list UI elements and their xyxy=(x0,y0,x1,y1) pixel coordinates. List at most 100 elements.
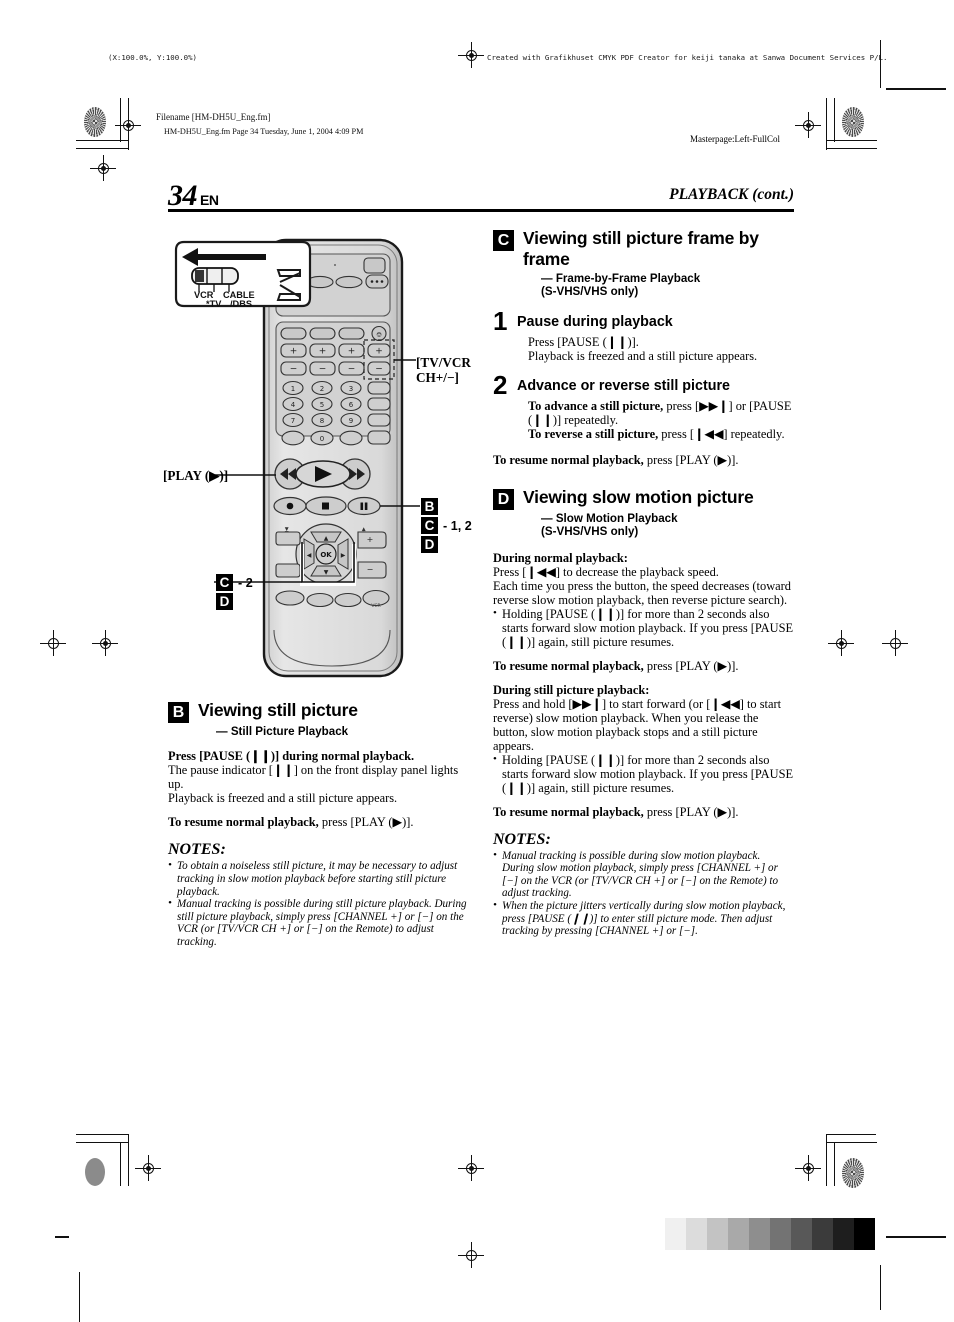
step-line-lead: To advance a still picture, xyxy=(528,398,664,413)
section-badge-b: B xyxy=(168,702,189,723)
remote-control-illustration: ⎊ + + + + − − − − 1 2 3 4 5 6 7 8 9 0 ▲ … xyxy=(163,232,478,692)
badge-group-right: B C - 1, 2 D xyxy=(421,498,472,553)
badge-suffix: - 1, 2 xyxy=(443,518,472,533)
minus-glyph: − xyxy=(375,365,383,375)
corner-mark xyxy=(826,98,828,150)
note-item: Manual tracking is possible during slow … xyxy=(493,849,794,900)
key-label: 5 xyxy=(320,401,324,409)
ok-label: OK xyxy=(320,551,332,559)
wedge-step xyxy=(854,1218,875,1250)
cursor-down-icon: ▼ xyxy=(324,569,329,576)
trim-mark xyxy=(79,1272,80,1322)
dot-mark xyxy=(85,1158,105,1186)
badge-c: C xyxy=(421,517,438,534)
remote-button-top-right xyxy=(363,257,386,274)
badge-c: C xyxy=(216,574,233,591)
registration-mark-bottom-center-2 xyxy=(458,1242,484,1268)
key-label: 2 xyxy=(320,385,324,393)
resume-rest: press [PLAY (▶)]. xyxy=(643,452,739,467)
registration-mark-right-outer xyxy=(882,630,908,656)
section-d-title: Viewing slow motion picture xyxy=(523,486,754,507)
badge-b: B xyxy=(421,498,438,515)
block-heading: During still picture playback: xyxy=(493,682,650,697)
note-item: To obtain a noiseless still picture, it … xyxy=(168,859,476,898)
mode-label-dbs: /DBS xyxy=(230,299,252,309)
section-d-heading: D Viewing slow motion picture xyxy=(493,487,794,510)
plus-glyph: + xyxy=(319,347,327,357)
step-title: Pause during playback xyxy=(517,313,673,330)
remote-key-hash xyxy=(339,430,363,446)
page-header: 34 EN PLAYBACK (cont.) xyxy=(168,179,794,213)
section-badge-c: C xyxy=(493,230,514,251)
stop-icon xyxy=(322,502,329,510)
remote-side-button-3 xyxy=(367,413,391,427)
block-bullet: Holding [PAUSE (❙❙)] for more than 2 sec… xyxy=(493,752,794,795)
remote-left-button-upper xyxy=(275,531,301,546)
resume-lead: To resume normal playback, xyxy=(168,815,319,830)
step-line: To advance a still picture, press [▶▶❙] … xyxy=(528,399,794,427)
power-glyph: ⎊ xyxy=(376,331,382,339)
wedge-step xyxy=(791,1218,812,1250)
resume-lead: To resume normal playback, xyxy=(493,452,644,467)
remote-left-button-lower xyxy=(275,563,301,578)
registration-mark-right-inner xyxy=(828,630,854,656)
section-d-notes-title: NOTES: xyxy=(493,830,551,848)
resume-line: To resume normal playback, press [PLAY (… xyxy=(493,453,794,467)
wedge-step xyxy=(749,1218,770,1250)
page-number: 34 EN xyxy=(168,179,219,213)
masterpage-label: Masterpage:Left-FullCol xyxy=(690,134,780,144)
header-rule xyxy=(168,209,794,212)
section-b-body: Press [PAUSE (❙❙)] during normal playbac… xyxy=(168,749,476,829)
plus-glyph: + xyxy=(348,347,356,357)
corner-mark xyxy=(76,148,129,150)
language-code: EN xyxy=(200,192,219,208)
badge-d: D xyxy=(421,536,438,553)
block-line: Each time you press the button, the spee… xyxy=(493,578,791,607)
corner-mark xyxy=(827,148,877,150)
resume-rest: press [PLAY (▶)]. xyxy=(318,815,414,830)
plus-glyph: + xyxy=(375,347,383,357)
starburst-mark xyxy=(84,107,106,137)
section-d-subtitle: — Slow Motion Playback (S-VHS/VHS only) xyxy=(541,511,678,539)
section-d: D Viewing slow motion picture — Slow Mot… xyxy=(493,487,794,938)
menu-dot xyxy=(375,280,379,283)
step-title: Advance or reverse still picture xyxy=(517,377,730,394)
key-label: 4 xyxy=(291,401,296,409)
section-c-resume: To resume normal playback, press [PLAY (… xyxy=(493,453,794,467)
minus-glyph: − xyxy=(348,365,356,375)
remote-side-button-1 xyxy=(367,381,391,395)
step-number: 2 xyxy=(493,369,508,400)
registration-mark-bottom-right xyxy=(795,1155,821,1181)
wedge-step xyxy=(686,1218,707,1250)
resume-line: To resume normal playback, press [PLAY (… xyxy=(493,805,794,819)
registration-mark-top-center xyxy=(458,42,484,68)
block-bullet: Holding [PAUSE (❙❙)] for more than 2 sec… xyxy=(493,606,794,649)
corner-mark xyxy=(826,1134,876,1136)
section-c-title: Viewing still picture frame by frame xyxy=(523,228,759,269)
trim-mark xyxy=(886,88,946,90)
registration-mark-top-left-2 xyxy=(90,155,116,181)
key-label: 0 xyxy=(320,435,324,443)
remote-pause-button[interactable] xyxy=(347,496,381,516)
corner-mark xyxy=(120,1142,122,1186)
callout-tv-vcr-ch: [TV/VCR CH+/−] xyxy=(416,355,471,385)
step-line-lead: To reverse a still picture, xyxy=(528,426,659,441)
remote-svg: ⎊ + + + + − − − − 1 2 3 4 5 6 7 8 9 0 ▲ … xyxy=(174,238,420,678)
section-c-step-1-body: Press [PAUSE (❙❙)]. Playback is freezed … xyxy=(528,335,794,363)
step-line: To reverse a still picture, press [❙◀◀] … xyxy=(528,427,794,441)
record-icon xyxy=(286,502,294,510)
section-b: B Viewing still picture — Still Picture … xyxy=(168,700,476,949)
section-c: C Viewing still picture frame by frame —… xyxy=(493,228,794,467)
section-badge-d: D xyxy=(493,488,514,510)
cursor-right-icon: ▶ xyxy=(341,552,346,559)
key-label: 7 xyxy=(291,417,295,425)
file-stamp: HM-DH5U_Eng.fm Page 34 Tuesday, June 1, … xyxy=(164,127,364,136)
block-heading: During normal playback: xyxy=(493,550,628,565)
resume-lead: To resume normal playback, xyxy=(493,804,644,819)
badge-row: D xyxy=(216,593,253,610)
section-b-notes: To obtain a noiseless still picture, it … xyxy=(168,859,476,948)
step-line-rest: press [❙◀◀] repeatedly. xyxy=(658,426,785,441)
badge-row: C - 1, 2 xyxy=(421,517,472,534)
section-d-block-1: During normal playback: Press [❙◀◀] to d… xyxy=(493,551,794,673)
minus-glyph: − xyxy=(290,365,298,375)
